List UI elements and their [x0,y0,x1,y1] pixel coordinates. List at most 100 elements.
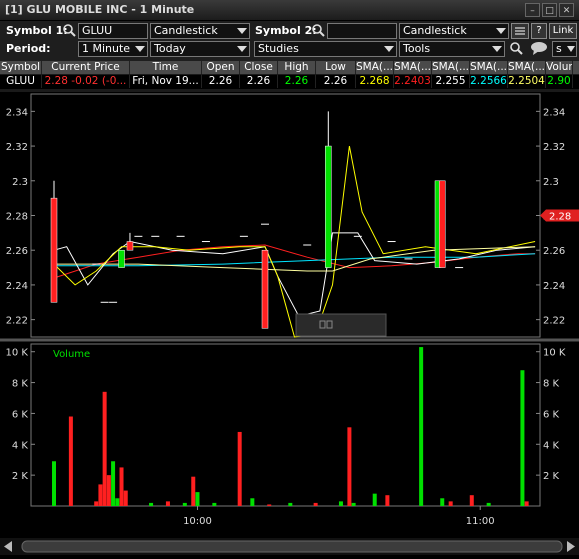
column-header[interactable]: SMA(... [470,61,508,74]
help-button[interactable]: ? [531,23,547,39]
column-header[interactable]: High [278,61,316,74]
studies-label: Studies [258,42,299,55]
range-select[interactable]: Today [150,41,250,57]
price-axis-label-left: 2.34 [6,107,28,118]
volume-bar-down [347,427,352,506]
chevron-down-icon [237,28,247,34]
chevron-down-icon [496,28,506,34]
volume-axis-label-right: 6 K [543,409,560,420]
volume-bar-down [448,501,453,506]
volume-bar-up [372,493,377,506]
link-button[interactable]: Link [549,23,577,39]
volume-bar-up [486,502,491,506]
chart-type2-select[interactable]: Candlestick [399,23,509,39]
column-header[interactable]: Low [316,61,356,74]
chevron-down-icon [492,46,502,52]
maximize-button[interactable]: □ [542,3,557,17]
window-title: [1] GLU MOBILE INC - 1 Minute [5,3,195,16]
column-header[interactable]: Symbol [0,61,42,74]
volume-bar-down [165,501,170,506]
quote-cell: Fri, Nov 19... [130,75,202,88]
volume-bar-up [338,501,343,506]
time-axis-label: 10:00 [183,516,212,527]
title-bar: [1] GLU MOBILE INC - 1 Minute – □ ✕ [0,0,579,21]
volume-bar-down [237,431,242,506]
quote-cell: 2.268 [356,75,394,88]
column-header[interactable]: SMA(... [356,61,394,74]
volume-bar-up [149,502,154,506]
column-header[interactable]: Time [130,61,202,74]
chart-toolbar: Symbol 1: GLUU Candlestick Symbol 2: Can… [0,21,579,61]
price-axis-label-left: 2.28 [6,212,28,223]
tools-select[interactable]: Tools [399,41,505,57]
symbol2-input[interactable] [327,23,397,39]
quote-cell: 2.2566 [470,75,508,88]
chart-area[interactable]: 2.34 2.34 2.32 2.32 2.3 2.3 2.28 2.28 2.26 2.26 2.… [0,92,579,540]
volume-axis-label-right: 8 K [543,379,560,390]
chevron-down-icon [237,46,247,52]
quote-grid: Symbol Current Price Time Open Close High Low S… [0,61,579,89]
quote-cell: 2.26 [202,75,240,88]
minimize-button[interactable]: – [525,3,540,17]
volume-bar-down [524,501,529,506]
column-header[interactable]: SMA(... [432,61,470,74]
volume-bar-up [419,347,424,506]
chart-svg[interactable]: 2.34 2.34 2.32 2.32 2.3 2.3 2.28 2.28 2.26 2.26 2.… [0,92,579,540]
horizontal-scrollbar[interactable] [0,538,579,555]
chevron-down-icon [135,46,145,52]
volume-bar-up [182,502,187,506]
zoom-icon[interactable] [509,41,523,55]
candle-down [126,241,134,251]
candle-down [261,249,269,329]
symbol1-search-icon[interactable] [62,23,76,37]
quote-grid-header: Symbol Current Price Time Open Close High Low S… [0,61,579,74]
volume-bar-up [250,498,255,506]
quote-cell: 2.90 [546,75,573,88]
price-axis-label-right: 2.24 [543,281,565,292]
volume-axis-label-left: 10 K [6,348,29,359]
quote-cell: 2.26 [316,75,356,88]
symbol2-label: Symbol 2: [255,24,317,37]
candle-up [325,145,332,268]
volume-bar-up [195,492,200,506]
volume-axis-label-right: 2 K [543,471,560,482]
range-value: Today [154,42,186,55]
candle-down [438,180,446,268]
quote-cell: 2.26 [240,75,278,88]
volume-bar-up [520,370,525,506]
speed-select[interactable]: s [552,41,577,57]
column-header[interactable]: Open [202,61,240,74]
volume-axis-label-right: 4 K [543,440,560,451]
symbol2-search-icon[interactable] [311,23,325,37]
volume-bar-down [102,391,107,506]
price-axis-label-right: 2.22 [543,316,565,327]
volume-title: Volume [53,349,90,360]
close-button[interactable]: ✕ [559,3,574,17]
volume-bar-up [111,461,116,506]
chat-icon[interactable] [530,40,550,56]
column-header[interactable]: SMA(... [508,61,546,74]
studies-select[interactable]: Studies [254,41,397,57]
price-axis-label-right: 2.26 [543,246,565,257]
quote-row[interactable]: GLUU 2.28 -0.02 (-0... Fri, Nov 19... 2.26 2… [0,75,579,89]
volume-bar-up [52,461,56,506]
column-header[interactable]: Volum [546,61,573,74]
column-header[interactable]: SMA(... [394,61,432,74]
quote-cell: 2.28 -0.02 (-0... [42,75,130,88]
volume-bar-down [385,495,390,506]
price-axis-label-right: 2.34 [543,107,565,118]
period-select[interactable]: 1 Minute [78,41,148,57]
scrollbar-graphic [0,538,579,555]
column-header[interactable]: Current Price [42,61,130,74]
volume-bar-down [191,476,196,506]
price-axis-label-right: 2.3 [543,177,559,188]
chart-overlay-box [295,313,387,337]
volume-bar-down [98,484,103,506]
symbol1-input[interactable]: GLUU [78,23,148,39]
tools-label: Tools [403,42,431,55]
chart-type1-select[interactable]: Candlestick [150,23,250,39]
quote-cell: 2.255 [432,75,470,88]
menu-button[interactable] [511,23,529,39]
column-header[interactable]: Close [240,61,278,74]
volume-axis-label-right: 10 K [543,348,566,359]
